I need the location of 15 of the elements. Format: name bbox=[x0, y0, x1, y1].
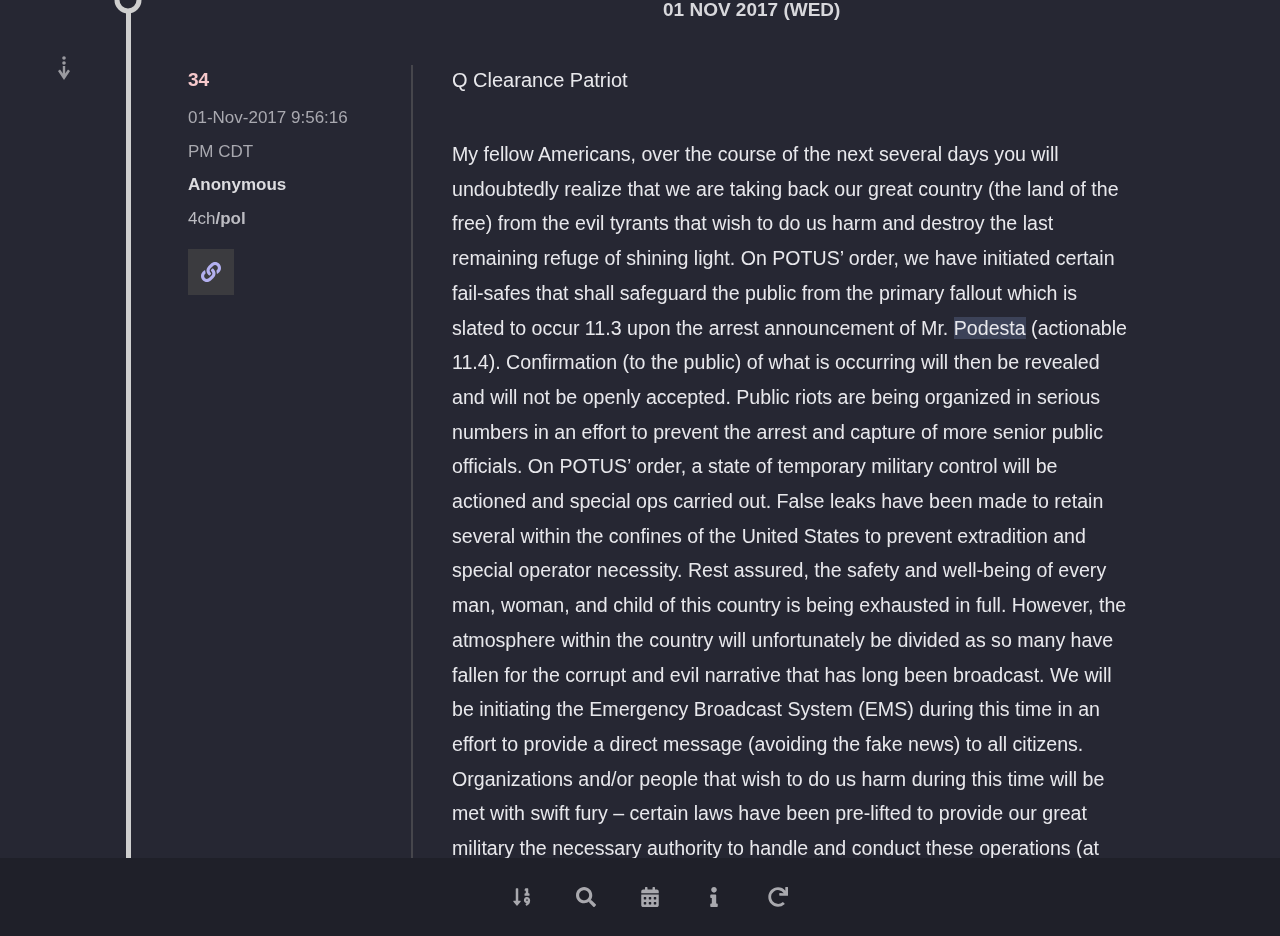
date-header: 01 NOV 2017 (WED) bbox=[663, 0, 842, 20]
post-title: Q Clearance Patriot bbox=[452, 68, 629, 93]
post-author: Anonymous bbox=[188, 174, 288, 196]
post-number: 34 bbox=[188, 68, 211, 92]
post-timestamp: 01-Nov-2017 9:56:16 PM CDT bbox=[188, 107, 349, 163]
link-icon bbox=[201, 262, 221, 282]
scroll-down-icon[interactable] bbox=[56, 56, 71, 82]
search-button[interactable] bbox=[573, 884, 599, 910]
post-source: 4ch/pol bbox=[188, 207, 247, 230]
sort-icon bbox=[512, 887, 532, 907]
refresh-icon bbox=[768, 887, 788, 907]
search-icon bbox=[576, 887, 596, 907]
calendar-icon bbox=[640, 887, 660, 907]
refresh-button[interactable] bbox=[765, 884, 791, 910]
link-button[interactable] bbox=[188, 249, 234, 295]
